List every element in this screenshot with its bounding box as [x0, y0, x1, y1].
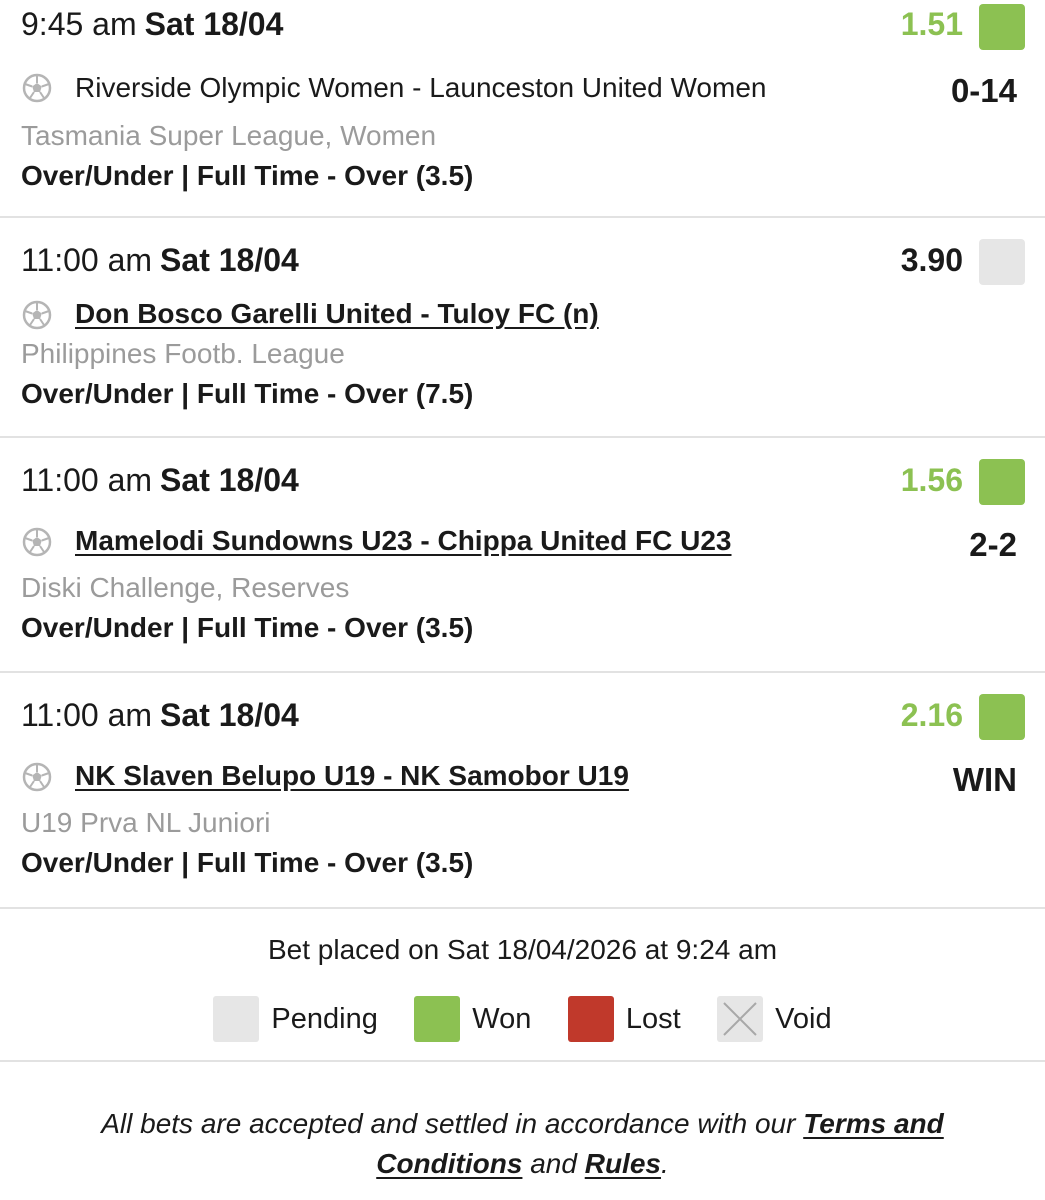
status-won-indicator [979, 4, 1025, 50]
status-won-indicator [979, 459, 1025, 505]
league-name: Philippines Footb. League [21, 338, 345, 369]
match-link[interactable]: Mamelodi Sundowns U23 - Chippa United FC… [75, 525, 732, 557]
match-name: Riverside Olympic Women - Launceston Uni… [75, 72, 767, 103]
status-legend: Pending Won Lost Void [0, 996, 1045, 1042]
bet-item: 11:00 am Sat 18/04 1.56 Mamelodi Sundowns… [0, 438, 1045, 673]
pending-swatch [213, 996, 260, 1042]
bet-market: Over/Under | Full Time - Over (7.5) [21, 378, 474, 409]
legend-lost: Lost [567, 996, 681, 1042]
lost-swatch [567, 996, 614, 1042]
bet-time: 9:45 am Sat 18/04 [21, 6, 284, 42]
match-link[interactable]: NK Slaven Belupo U19 - NK Samobor U19 [75, 760, 629, 792]
bet-odds: 1.51 [900, 6, 963, 42]
bet-market: Over/Under | Full Time - Over (3.5) [21, 160, 474, 191]
bet-time: 11:00 am Sat 18/04 [21, 462, 299, 498]
match-result: WIN [952, 761, 1017, 798]
cross-icon [723, 1002, 757, 1036]
bet-placed-text: Bet placed on Sat 18/04/2026 at 9:24 am [267, 934, 778, 965]
legend-label: Void [775, 1003, 832, 1035]
legend-label: Lost [625, 1003, 681, 1035]
status-pending-indicator [979, 239, 1025, 285]
bet-day: Sat 18/04 [144, 6, 284, 42]
bet-item: 11:00 am Sat 18/04 3.90 Don Bosco Garelli… [0, 218, 1045, 438]
match-link[interactable]: Don Bosco Garelli United - Tuloy FC (n) [75, 298, 599, 330]
terms-text: . [660, 1148, 669, 1179]
bet-item: 9:45 am Sat 18/04 1.51 Riverside Olympic … [0, 0, 1045, 218]
league-name: Diski Challenge, Reserves [21, 572, 350, 603]
league-name: Tasmania Super League, Women [21, 120, 437, 151]
bet-item: 11:00 am Sat 18/04 2.16 NK Slaven Belupo … [0, 673, 1045, 909]
status-won-indicator [979, 694, 1025, 740]
soccer-ball-icon [22, 762, 52, 792]
match-score: 2-2 [969, 526, 1017, 563]
rules-link[interactable]: Rules [585, 1148, 661, 1179]
terms-text: and [530, 1148, 577, 1179]
bet-odds: 2.16 [900, 697, 963, 733]
bet-day: Sat 18/04 [160, 242, 299, 278]
legend-pending: Pending [213, 996, 378, 1042]
legend-won: Won [414, 996, 531, 1042]
match-score: 0-14 [950, 72, 1017, 109]
bet-time: 11:00 am Sat 18/04 [21, 242, 299, 278]
soccer-ball-icon [22, 73, 52, 103]
league-name: U19 Prva NL Juniori [21, 807, 271, 838]
bet-time: 11:00 am Sat 18/04 [21, 697, 299, 733]
legend-label: Won [472, 1003, 532, 1035]
bet-odds: 1.56 [900, 462, 963, 498]
legend-label: Pending [271, 1003, 378, 1035]
terms-notice: All bets are accepted and settled in acc… [40, 1104, 1005, 1184]
bet-day: Sat 18/04 [160, 697, 299, 733]
bet-market: Over/Under | Full Time - Over (3.5) [21, 612, 474, 643]
void-swatch [717, 996, 764, 1042]
legend-void: Void [717, 996, 832, 1042]
divider [0, 1060, 1045, 1062]
soccer-ball-icon [22, 300, 52, 330]
soccer-ball-icon [22, 527, 52, 557]
bet-day: Sat 18/04 [160, 462, 299, 498]
terms-text: All bets are accepted and settled in acc… [101, 1108, 796, 1139]
won-swatch [414, 996, 461, 1042]
bet-market: Over/Under | Full Time - Over (3.5) [21, 847, 474, 878]
bet-odds: 3.90 [900, 242, 963, 278]
